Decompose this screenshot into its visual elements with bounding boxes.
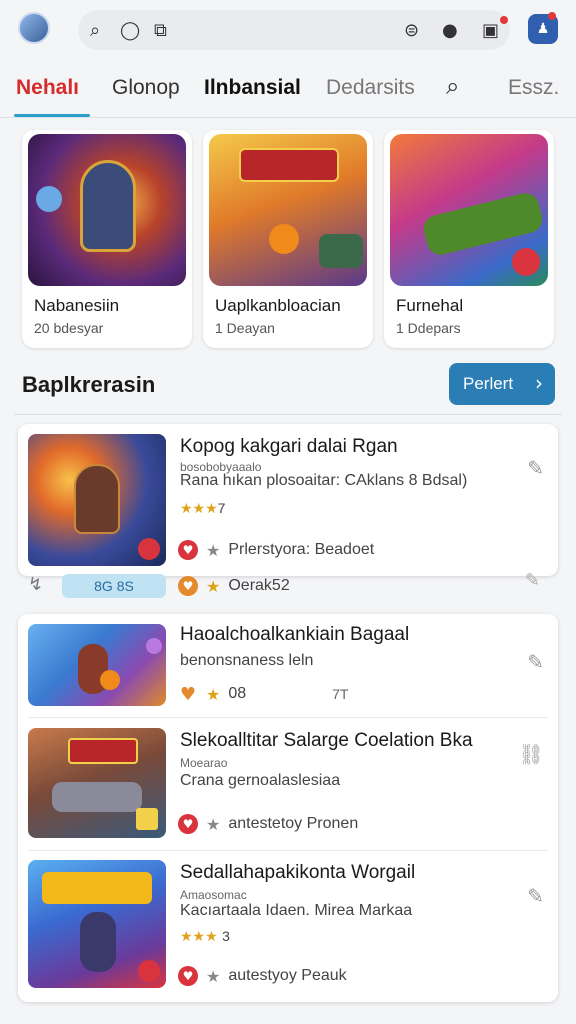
tab-essz[interactable]: Essz. (508, 76, 559, 100)
item-meta: Amaosomac (180, 888, 247, 902)
featured-card[interactable]: Furnehal 1 Ddepars (384, 130, 554, 348)
item-footer-text: autestyoy Peauk (228, 967, 347, 984)
star-icon: ★ (206, 540, 221, 560)
avatar[interactable] (18, 12, 50, 44)
tag-pill: 8G 8S (62, 574, 166, 598)
edit-icon[interactable]: ✎ (527, 650, 544, 674)
item-description: Crana gernoalaslesiaa (180, 772, 341, 789)
game-thumbnail (390, 134, 548, 286)
game-thumbnail (28, 728, 166, 838)
tab-ilnbansial[interactable]: Ilnbansial (204, 76, 301, 100)
item-footer-text: antestetoy Pronen (228, 815, 359, 832)
star-rating: ★★★ 3 (180, 928, 230, 945)
star-rating: ★★★7 (180, 500, 226, 517)
item-title: Haoalchoalkankiain Bagaal (180, 624, 410, 645)
edit-icon[interactable]: ✎ (525, 570, 540, 591)
row-divider (28, 850, 548, 851)
edit-icon[interactable]: ✎ (527, 456, 544, 480)
notification-badge (500, 16, 508, 24)
tab-glonop[interactable]: Glonop (112, 76, 180, 100)
item-description: Rana hıkan plosoaitar: CAklans 8 Bdsal) (180, 472, 468, 489)
refresh-icon[interactable]: ◯ (120, 20, 140, 41)
item-description: benonsnaness leln (180, 652, 314, 669)
star-icon: ★ (206, 814, 221, 834)
heart-icon[interactable]: ♥ (178, 684, 198, 705)
heart-icon[interactable]: ♥ (178, 540, 198, 560)
profile-badge (548, 12, 556, 20)
tag-icon[interactable]: ⧉ (154, 20, 167, 41)
swipe-icon: ↯ (28, 574, 44, 595)
search-icon[interactable]: ⌕ (90, 20, 100, 41)
card-title: Uaplkanbloacian (215, 296, 341, 315)
star-icon: ★ (206, 684, 221, 704)
item-meta: Moearao (180, 756, 228, 770)
edit-icon[interactable]: ✎ (527, 884, 544, 908)
featured-card[interactable]: Nabanesiin 20 bdesyar (22, 130, 192, 348)
game-thumbnail (28, 860, 166, 988)
item-footer: ♥ ★ Prlerstyora: Beadoet (178, 540, 374, 560)
featured-card[interactable]: Uaplkanbloacian 1 Deayan (203, 130, 373, 348)
row-divider (28, 717, 548, 718)
item-description: Kacıartaala Idaen. Mirea Markaa (180, 902, 413, 919)
sort-button[interactable]: Perlert › (449, 363, 555, 405)
chevron-right-icon: › (535, 371, 543, 395)
item-footer: ♥ ★ 08 7T (178, 684, 349, 705)
item-title: Sedallahapakikonta Worgail (180, 862, 416, 883)
card-subtitle: 1 Deayan (215, 320, 275, 336)
rating-label: 3 (222, 928, 230, 944)
category-tabs: Nehalı Glonop Ilnbansial Dedarsits ⌕ Ess… (0, 62, 576, 118)
heart-icon[interactable]: ♥ (178, 814, 198, 834)
info-icon[interactable]: ● (442, 20, 458, 41)
section-title: Baplkrerasin (22, 372, 156, 397)
filter-icon[interactable]: ⊜ (404, 20, 419, 41)
partial-list-item[interactable]: ↯ 8G 8S ♥ ★ Oerak52 ✎ (18, 570, 558, 600)
link-icon[interactable]: ⛓ (519, 742, 544, 766)
item-footer-text: Prlerstyora: Beadoet (228, 541, 375, 558)
item-footer: ♥ ★ autestyoy Peauk (178, 966, 347, 986)
notification-icon[interactable]: ▣ (482, 20, 499, 41)
tab-dedarsits[interactable]: Dedarsits (326, 76, 415, 100)
heart-icon[interactable]: ♥ (178, 576, 198, 596)
top-bar: ⌕ ◯ ⧉ ⊜ ● ▣ ♟ (0, 0, 576, 60)
search-bar[interactable]: ⌕ ◯ ⧉ ⊜ ● ▣ (78, 10, 510, 50)
search-icon[interactable]: ⌕ (446, 72, 459, 100)
rating-label: 7 (217, 500, 226, 516)
card-title: Nabanesiin (34, 296, 120, 315)
divider (14, 414, 562, 415)
sort-button-label: Perlert (463, 374, 514, 393)
item-footer-extra: 7T (332, 686, 349, 702)
game-thumbnail (28, 434, 166, 566)
game-thumbnail (209, 134, 367, 286)
star-icon: ★ (206, 576, 221, 596)
game-thumbnail (28, 624, 166, 706)
card-subtitle: 20 bdesyar (34, 320, 104, 336)
active-tab-indicator (14, 114, 90, 117)
item-footer: ♥ ★ antestetoy Pronen (178, 814, 358, 834)
item-footer-text: Oerak52 (228, 577, 290, 594)
item-footer: ♥ ★ Oerak52 (178, 576, 290, 596)
star-icon: ★ (206, 966, 221, 986)
item-title: Slekoalltitar Salarge Coelation Bka (180, 730, 473, 751)
game-thumbnail (28, 134, 186, 286)
list-card: Kopog kakgari dalai Rgan bosobobyaaalo R… (18, 424, 558, 576)
tab-nehali[interactable]: Nehalı (16, 76, 79, 100)
card-subtitle: 1 Ddepars (396, 320, 461, 336)
item-title: Kopog kakgari dalai Rgan (180, 436, 398, 457)
card-title: Furnehal (396, 296, 464, 315)
list-card: Haoalchoalkankiain Bagaal benonsnaness l… (18, 614, 558, 1002)
item-footer-text: 08 (228, 685, 247, 702)
heart-icon[interactable]: ♥ (178, 966, 198, 986)
